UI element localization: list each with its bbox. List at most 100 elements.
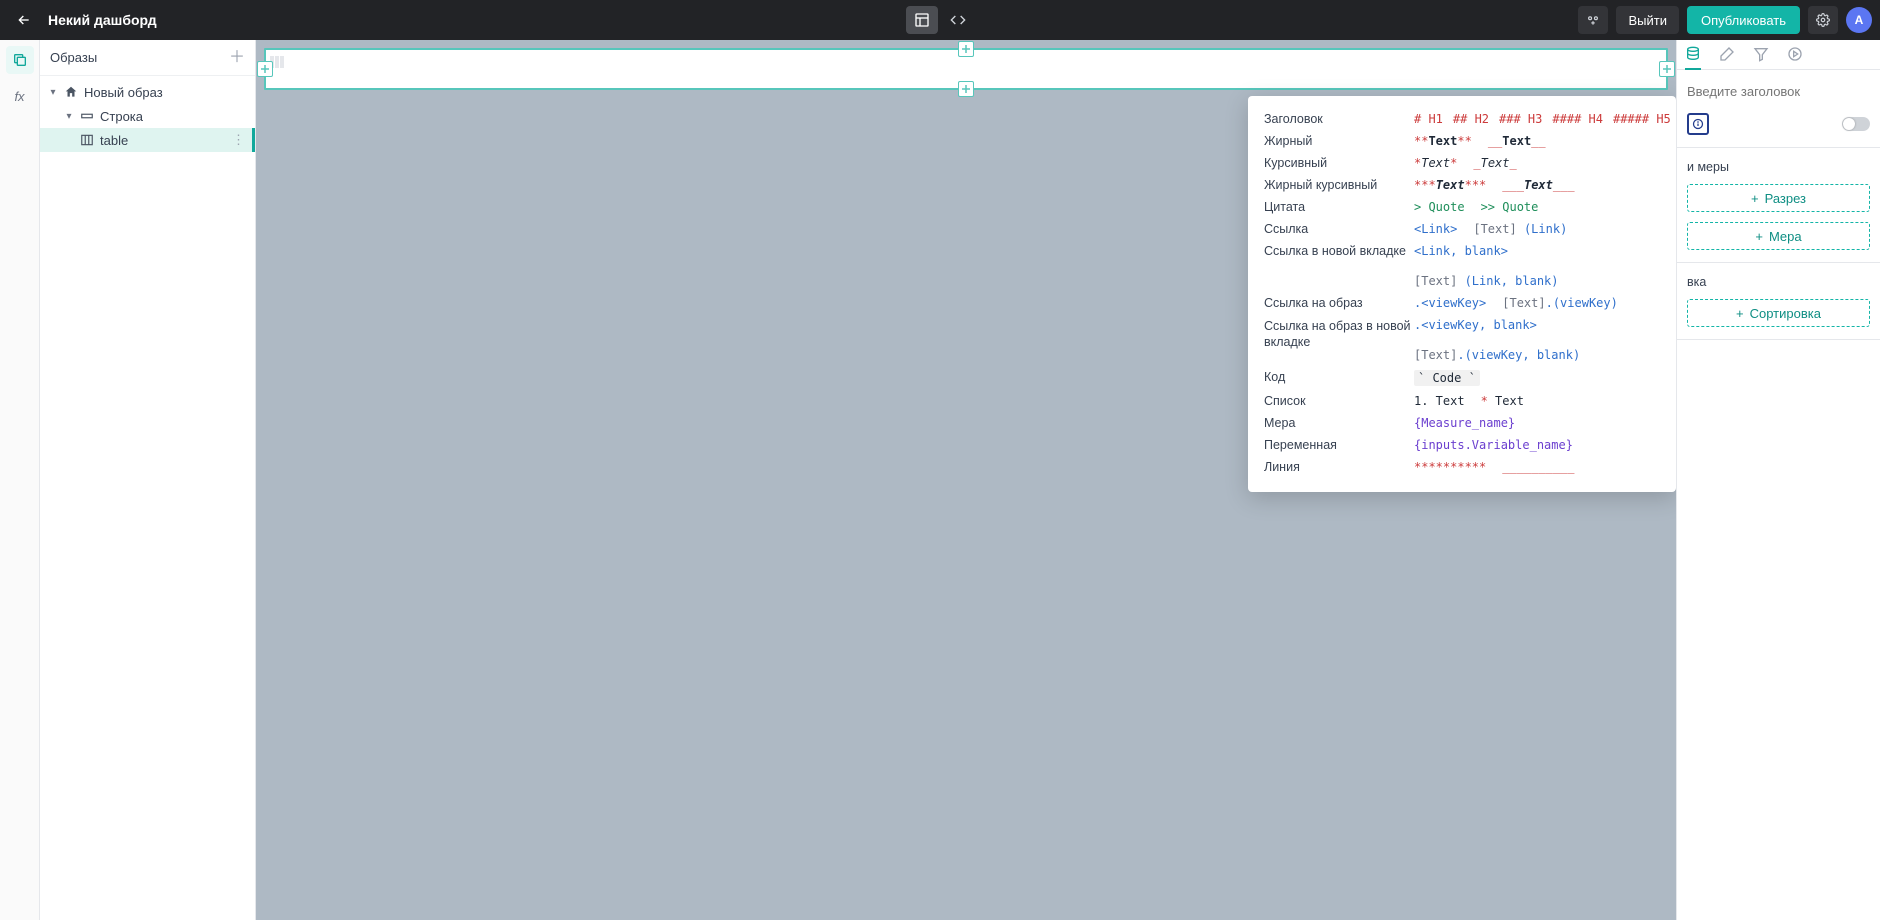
left-panel: Образы ＋ ▾ Новый образ ▾ Строка xyxy=(40,40,256,920)
info-badge[interactable] xyxy=(1687,113,1709,135)
plus-icon xyxy=(260,64,270,74)
md-ex-h2: ## H2 xyxy=(1453,112,1489,126)
add-mera-label: Мера xyxy=(1769,229,1802,244)
right-panel-body: и меры + Разрез + Мера вка + Сортировка xyxy=(1677,70,1880,350)
left-panel-title: Образы xyxy=(50,50,97,65)
plus-icon: + xyxy=(1755,229,1763,244)
plus-icon: + xyxy=(1736,306,1744,321)
row-icon xyxy=(80,109,94,123)
rail-formula-button[interactable]: fx xyxy=(6,82,34,110)
arrow-left-icon xyxy=(16,12,32,28)
logout-button[interactable]: Выйти xyxy=(1616,6,1679,34)
layout-mode-button[interactable] xyxy=(906,6,938,34)
md-label-line: Линия xyxy=(1264,460,1414,474)
tree-label: table xyxy=(100,133,128,148)
caret-down-icon: ▾ xyxy=(48,87,58,98)
md-example-link: <Link> [Text] (Link) xyxy=(1414,222,1660,236)
gear-icon xyxy=(1816,13,1830,27)
publish-button[interactable]: Опубликовать xyxy=(1687,6,1800,34)
md-label-quote: Цитата xyxy=(1264,200,1414,214)
add-sort-button[interactable]: + Сортировка xyxy=(1687,299,1870,327)
play-circle-icon xyxy=(1787,46,1803,62)
tab-style[interactable] xyxy=(1719,40,1735,70)
markdown-help-popover: Заголовок # H1 ## H2 ### H3 #### H4 ####… xyxy=(1248,96,1676,492)
settings-button[interactable] xyxy=(1808,6,1838,34)
resize-handle-right[interactable] xyxy=(1659,61,1675,77)
back-button[interactable] xyxy=(8,4,40,36)
resize-handle-left[interactable] xyxy=(257,61,273,77)
canvas[interactable]: Заголовок # H1 ## H2 ### H3 #### H4 ####… xyxy=(256,40,1676,920)
md-ex-h1: # H1 xyxy=(1414,112,1443,126)
tree-item-menu-button[interactable]: ⋮ xyxy=(232,132,246,148)
rail-views-button[interactable] xyxy=(6,46,34,74)
md-label-link-new: Ссылка в новой вкладке xyxy=(1264,244,1414,258)
layout-icon xyxy=(914,12,930,28)
brush-icon xyxy=(1719,46,1735,62)
md-label-bold: Жирный xyxy=(1264,134,1414,148)
md-ex-h5: ##### H5 xyxy=(1613,112,1671,126)
tree-item-row[interactable]: ▾ Строка xyxy=(40,104,255,128)
md-label-measure: Мера xyxy=(1264,416,1414,430)
title-toggle[interactable] xyxy=(1842,117,1870,131)
fx-icon: fx xyxy=(14,89,24,104)
add-view-button[interactable]: ＋ xyxy=(229,50,245,66)
md-example-link-new: <Link, blank> [Text] (Link, blank) xyxy=(1414,244,1660,288)
tree-label: Новый образ xyxy=(84,85,163,100)
info-icon xyxy=(1692,118,1704,130)
database-icon xyxy=(1685,46,1701,62)
dashboard-title: Некий дашборд xyxy=(48,12,157,28)
share-icon xyxy=(1586,13,1600,27)
filter-icon xyxy=(1753,46,1769,62)
md-label-heading: Заголовок xyxy=(1264,112,1414,126)
add-mera-button[interactable]: + Мера xyxy=(1687,222,1870,250)
plus-icon xyxy=(961,84,971,94)
md-label-bold-italic: Жирный курсивный xyxy=(1264,178,1414,192)
title-visibility-row xyxy=(1687,113,1870,135)
home-icon xyxy=(64,85,78,99)
right-panel: и меры + Разрез + Мера вка + Сортировка xyxy=(1676,40,1880,920)
copy-icon xyxy=(12,52,28,68)
add-razrez-label: Разрез xyxy=(1765,191,1806,206)
left-panel-header: Образы ＋ xyxy=(40,40,255,76)
section-label-sort: вка xyxy=(1687,275,1870,289)
add-razrez-button[interactable]: + Разрез xyxy=(1687,184,1870,212)
separator xyxy=(1677,147,1880,148)
tree-item-table[interactable]: table ⋮ xyxy=(40,128,255,152)
md-label-link-view-new: Ссылка на образ в новой вкладке xyxy=(1264,318,1414,351)
plus-icon xyxy=(961,44,971,54)
section-label-measures: и меры xyxy=(1687,160,1870,174)
md-example-variable: {inputs.Variable_name} xyxy=(1414,438,1660,452)
left-rail: fx xyxy=(0,40,40,920)
md-label-variable: Переменная xyxy=(1264,438,1414,452)
md-example-bold: **Text** __Text__ xyxy=(1414,134,1660,148)
tab-data[interactable] xyxy=(1685,40,1701,70)
main: fx Образы ＋ ▾ Новый образ ▾ Строка xyxy=(0,40,1880,920)
avatar[interactable]: A xyxy=(1846,7,1872,33)
code-icon xyxy=(950,12,966,28)
md-example-list: 1. Text * Text xyxy=(1414,394,1660,408)
center-mode-switch xyxy=(906,6,974,34)
md-example-link-view: .<viewKey> [Text].(viewKey) xyxy=(1414,296,1660,310)
tab-filter[interactable] xyxy=(1753,40,1769,70)
tab-actions[interactable] xyxy=(1787,40,1803,70)
md-example-line: ********** __________ xyxy=(1414,460,1660,474)
code-mode-button[interactable] xyxy=(942,6,974,34)
md-label-list: Список xyxy=(1264,394,1414,408)
md-example-italic: *Text* _Text_ xyxy=(1414,156,1660,170)
table-icon xyxy=(80,133,94,147)
resize-handle-bottom[interactable] xyxy=(958,81,974,97)
md-label-link: Ссылка xyxy=(1264,222,1414,236)
share-button[interactable] xyxy=(1578,6,1608,34)
separator xyxy=(1677,262,1880,263)
plus-icon: + xyxy=(1751,191,1759,206)
tree-item-root[interactable]: ▾ Новый образ xyxy=(40,80,255,104)
plus-icon xyxy=(1662,64,1672,74)
md-example-measure: {Measure_name} xyxy=(1414,416,1660,430)
caret-down-icon: ▾ xyxy=(64,111,74,122)
topbar: Некий дашборд Выйти Опубликовать A xyxy=(0,0,1880,40)
md-example-code: ` Code ` xyxy=(1414,370,1660,386)
md-example-quote: > Quote >> Quote xyxy=(1414,200,1660,214)
selected-element[interactable] xyxy=(264,48,1668,90)
resize-handle-top[interactable] xyxy=(958,41,974,57)
element-title-input[interactable] xyxy=(1687,80,1870,103)
